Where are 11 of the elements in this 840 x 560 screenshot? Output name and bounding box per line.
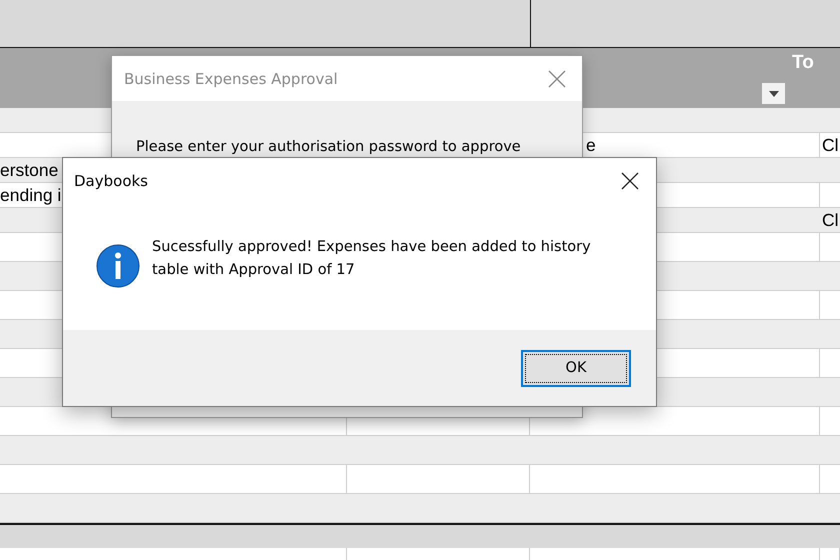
table-cell-text: erstone [0,159,58,182]
window-title: Business Expenses Approval [124,70,338,88]
column-header: To [792,52,814,74]
table-cell-text: Cl [821,209,839,232]
ok-button[interactable]: OK [521,350,631,386]
window-title: Daybooks [74,172,148,190]
table-cell-text: ending i [0,184,62,207]
table-cell-text: Cl [821,134,839,157]
table-cell-text: e [586,134,596,157]
dialog-message: Please enter your authorisation password to approve [136,139,521,155]
dialog-message: Sucessfully approved! Expenses have been added to history table with Approval ID of 17 [152,238,592,280]
